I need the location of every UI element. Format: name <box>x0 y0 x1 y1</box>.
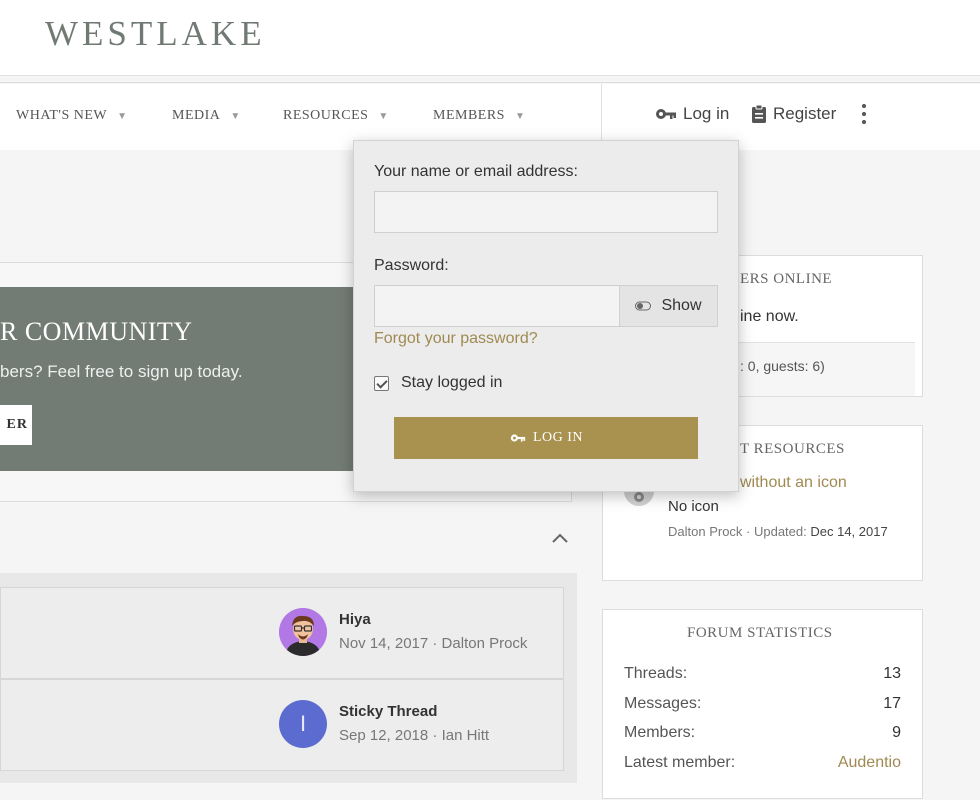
login-submit-button[interactable]: LOG IN <box>394 417 698 459</box>
stay-logged-in-label[interactable]: Stay logged in <box>401 374 502 392</box>
register-link[interactable]: Register <box>751 104 836 124</box>
stat-label: Members: <box>624 724 696 741</box>
resource-meta-author: Dalton Prock · Updated: <box>668 524 811 539</box>
stat-value: 17 <box>883 695 901 712</box>
notice-title: R COMMUNITY <box>0 317 193 346</box>
password-label: Password: <box>374 257 449 274</box>
latest-member-link[interactable]: Audentio <box>781 754 901 772</box>
nav-label: RESOURCES <box>283 108 369 123</box>
site-header: WESTLAKE <box>0 0 980 76</box>
resource-meta: Dalton Prock · Updated: Dec 14, 2017 <box>668 521 888 542</box>
online-text: ine now. <box>740 308 799 325</box>
chevron-down-icon[interactable]: ▼ <box>117 111 127 122</box>
threads-list <box>0 573 577 783</box>
stat-value: 13 <box>883 665 901 682</box>
thread-title[interactable]: Sticky Thread <box>339 703 437 720</box>
register-link-label: Register <box>773 104 837 123</box>
nav-item-media[interactable]: MEDIA ▼ <box>172 108 241 124</box>
username-input[interactable] <box>374 191 718 233</box>
login-link-label: Log in <box>683 104 730 123</box>
stay-logged-in-checkbox[interactable] <box>374 376 389 391</box>
notice-register-button[interactable]: ER <box>0 405 32 445</box>
forgot-password-link[interactable]: Forgot your password? <box>374 330 538 348</box>
chevron-up-icon[interactable] <box>551 531 569 545</box>
nav-label: MEDIA <box>172 108 221 123</box>
nav-label: WHAT'S NEW <box>16 108 108 123</box>
site-logo[interactable]: WESTLAKE <box>45 14 266 54</box>
clipboard-icon <box>752 104 766 123</box>
key-icon <box>656 109 676 119</box>
stat-label: Latest member: <box>624 754 736 771</box>
notice-text: bers? Feel free to sign up today. <box>0 362 243 381</box>
nav-item-members[interactable]: MEMBERS ▼ <box>433 108 525 124</box>
resources-heading: T RESOURCES <box>740 441 845 457</box>
more-options-icon[interactable] <box>858 104 870 130</box>
nav-label: MEMBERS <box>433 108 505 123</box>
login-link[interactable]: Log in <box>655 104 729 124</box>
thread-meta: Nov 14, 2017 · Dalton Prock <box>339 635 528 652</box>
avatar[interactable]: I <box>279 700 327 748</box>
avatar[interactable] <box>279 608 327 656</box>
thread-meta: Sep 12, 2018 · Ian Hitt <box>339 727 490 744</box>
chevron-down-icon[interactable]: ▼ <box>378 111 388 122</box>
nav-item-whats-new[interactable]: WHAT'S NEW ▼ <box>16 108 128 124</box>
online-counts: : 0, guests: 6) <box>740 358 825 374</box>
resource-meta-date: Dec 14, 2017 <box>810 524 888 539</box>
chevron-down-icon[interactable]: ▼ <box>230 111 240 122</box>
threads-block-header <box>0 505 577 573</box>
toggle-icon <box>635 301 652 311</box>
login-submit-label: LOG IN <box>532 430 584 445</box>
thread-title[interactable]: Hiya <box>339 611 371 628</box>
show-password-button[interactable]: Show <box>619 285 718 327</box>
nav-item-resources[interactable]: RESOURCES ▼ <box>283 108 389 124</box>
person-avatar-icon <box>279 608 327 656</box>
stats-heading: FORUM STATISTICS <box>687 625 833 641</box>
resource-subtitle: No icon <box>668 498 719 515</box>
header-divider <box>0 82 980 83</box>
online-heading: ERS ONLINE <box>740 271 833 287</box>
stat-value: 9 <box>892 724 901 741</box>
name-label: Your name or email address: <box>374 163 578 180</box>
key-icon <box>510 434 526 442</box>
login-popup: Your name or email address: Password: Sh… <box>353 140 739 492</box>
stat-label: Messages: <box>624 695 702 712</box>
chevron-down-icon[interactable]: ▼ <box>515 111 525 122</box>
resource-link[interactable]: without an icon <box>740 474 847 492</box>
show-password-label: Show <box>661 297 702 314</box>
password-input[interactable] <box>374 285 620 327</box>
stat-label: Threads: <box>624 665 688 682</box>
